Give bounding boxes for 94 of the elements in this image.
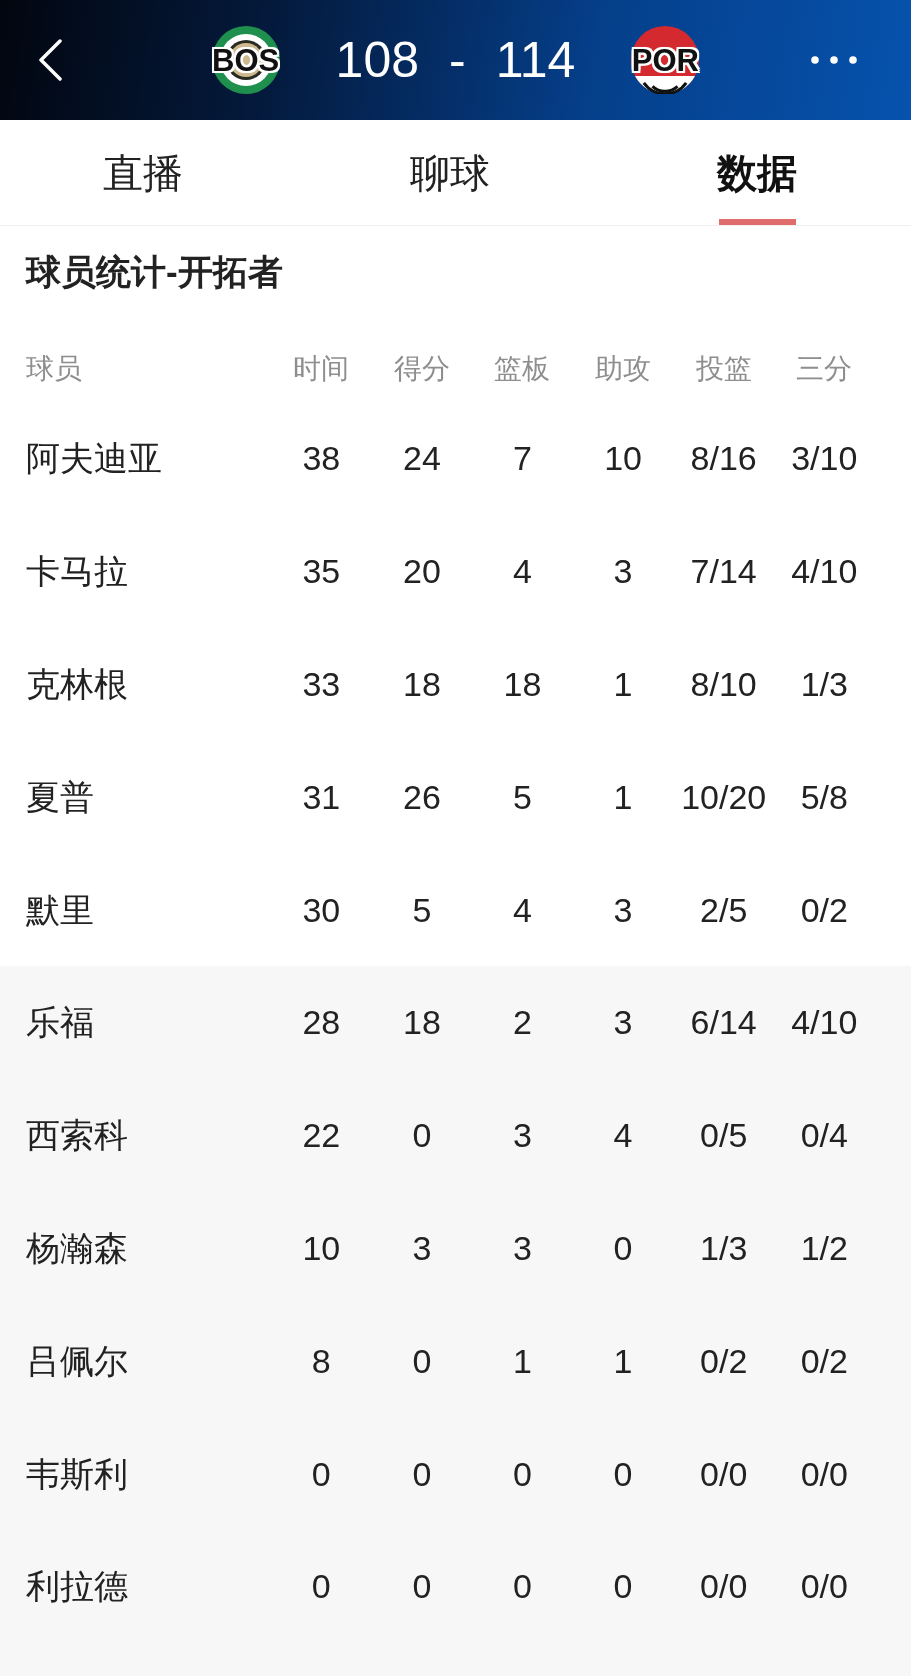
stat-value: 22 — [302, 1115, 341, 1156]
stat-value: 7 — [513, 438, 532, 479]
player-name: 阿夫迪亚 — [26, 438, 162, 479]
stat-value: 0 — [412, 1115, 432, 1156]
stat-value: 20 — [402, 551, 441, 592]
team-abbreviation: POR — [631, 44, 699, 76]
stat-value: 4/10 — [791, 551, 858, 592]
stat-value: 3 — [613, 889, 633, 930]
stat-value: 1 — [613, 1340, 633, 1381]
stat-value: 0 — [613, 1227, 633, 1268]
score-separator: - — [449, 35, 466, 85]
stat-value: 30 — [302, 889, 341, 930]
stat-value: 0/0 — [700, 1453, 748, 1494]
player-name: 克林根 — [26, 664, 128, 704]
stat-value: 4/10 — [791, 1002, 858, 1043]
tab[interactable]: 直播 — [43, 120, 243, 225]
stat-value: 0/0 — [800, 1453, 848, 1494]
stat-value: 0/2 — [800, 889, 848, 930]
stat-value: 0/2 — [800, 1340, 848, 1381]
stat-value: 3/10 — [791, 438, 858, 479]
player-name: 乐福 — [26, 1002, 94, 1043]
player-name: 吕佩尔 — [26, 1340, 128, 1381]
stat-value: 0/5 — [700, 1115, 748, 1156]
column-header: 得分 — [393, 352, 450, 386]
stat-value: 3 — [513, 1115, 532, 1156]
team-score: 114 — [495, 35, 576, 85]
tab[interactable]: 聊球 — [350, 120, 550, 225]
stat-value: 4 — [513, 551, 532, 592]
stat-value: 7/14 — [690, 551, 757, 592]
column-header: 时间 — [293, 352, 350, 386]
stat-value: 6/14 — [690, 1002, 757, 1043]
player-name: 杨瀚森 — [26, 1227, 128, 1268]
column-header: 三分 — [796, 352, 853, 386]
stat-value: 0 — [412, 1453, 432, 1494]
column-header: 投篮 — [695, 352, 752, 386]
stat-value: 1/3 — [700, 1227, 748, 1268]
stat-value: 0 — [513, 1566, 532, 1607]
stat-value: 10/20 — [681, 776, 767, 817]
more-icon[interactable] — [811, 56, 857, 64]
stat-value: 26 — [402, 776, 441, 817]
stat-value: 0 — [613, 1453, 633, 1494]
stat-value: 18 — [402, 664, 441, 704]
stat-value: 33 — [302, 664, 341, 704]
column-header: 球员 — [26, 352, 82, 386]
stat-value: 8 — [311, 1340, 331, 1381]
stat-value: 0/0 — [700, 1566, 748, 1607]
stat-value: 5 — [412, 889, 432, 930]
stat-value: 10 — [302, 1227, 341, 1268]
stat-value: 1 — [513, 1340, 532, 1381]
stat-value: 8/16 — [690, 438, 757, 479]
stat-value: 24 — [402, 438, 441, 479]
stat-value: 0 — [311, 1453, 331, 1494]
stat-value: 2 — [513, 1002, 532, 1043]
stat-value: 0/0 — [800, 1566, 848, 1607]
tab[interactable]: 数据 — [657, 120, 857, 225]
stat-value: 1/2 — [800, 1227, 848, 1268]
stat-value: 5 — [513, 776, 532, 817]
stat-value: 0 — [311, 1566, 331, 1607]
stat-value: 0 — [412, 1566, 432, 1607]
stat-value: 28 — [302, 1002, 341, 1043]
stat-value: 0 — [613, 1566, 633, 1607]
team-score: 108 — [335, 35, 420, 85]
stat-value: 3 — [613, 1002, 633, 1043]
section-title: 球员统计-开拓者 — [26, 252, 283, 292]
stat-value: 10 — [604, 438, 642, 479]
stat-value: 0/2 — [700, 1340, 748, 1381]
stat-value: 1 — [613, 776, 633, 817]
stat-value: 4 — [513, 889, 532, 930]
stat-value: 38 — [302, 438, 341, 479]
stat-value: 3 — [613, 551, 633, 592]
stat-value: 18 — [503, 664, 542, 704]
stat-value: 2/5 — [700, 889, 748, 930]
stat-value: 4 — [613, 1115, 633, 1156]
stat-value: 31 — [302, 776, 341, 817]
stat-value: 8/10 — [690, 664, 757, 704]
stat-value: 1/3 — [800, 664, 848, 704]
stat-value: 3 — [412, 1227, 432, 1268]
stat-value: 1 — [613, 664, 633, 704]
player-name: 韦斯利 — [26, 1453, 128, 1494]
column-header: 篮板 — [494, 352, 551, 386]
stat-value: 35 — [302, 551, 341, 592]
stat-value: 5/8 — [800, 776, 848, 817]
stat-value: 0 — [513, 1453, 532, 1494]
back-icon[interactable] — [38, 39, 63, 81]
player-name: 卡马拉 — [26, 551, 128, 592]
player-name: 默里 — [26, 889, 94, 930]
player-name: 西索科 — [26, 1115, 128, 1156]
stat-value: 0 — [412, 1340, 432, 1381]
column-header: 助攻 — [595, 352, 652, 386]
player-name: 利拉德 — [26, 1566, 128, 1607]
stat-value: 3 — [513, 1227, 532, 1268]
stat-value: 18 — [402, 1002, 441, 1043]
stat-value: 0/4 — [800, 1115, 848, 1156]
player-name: 夏普 — [26, 776, 94, 817]
